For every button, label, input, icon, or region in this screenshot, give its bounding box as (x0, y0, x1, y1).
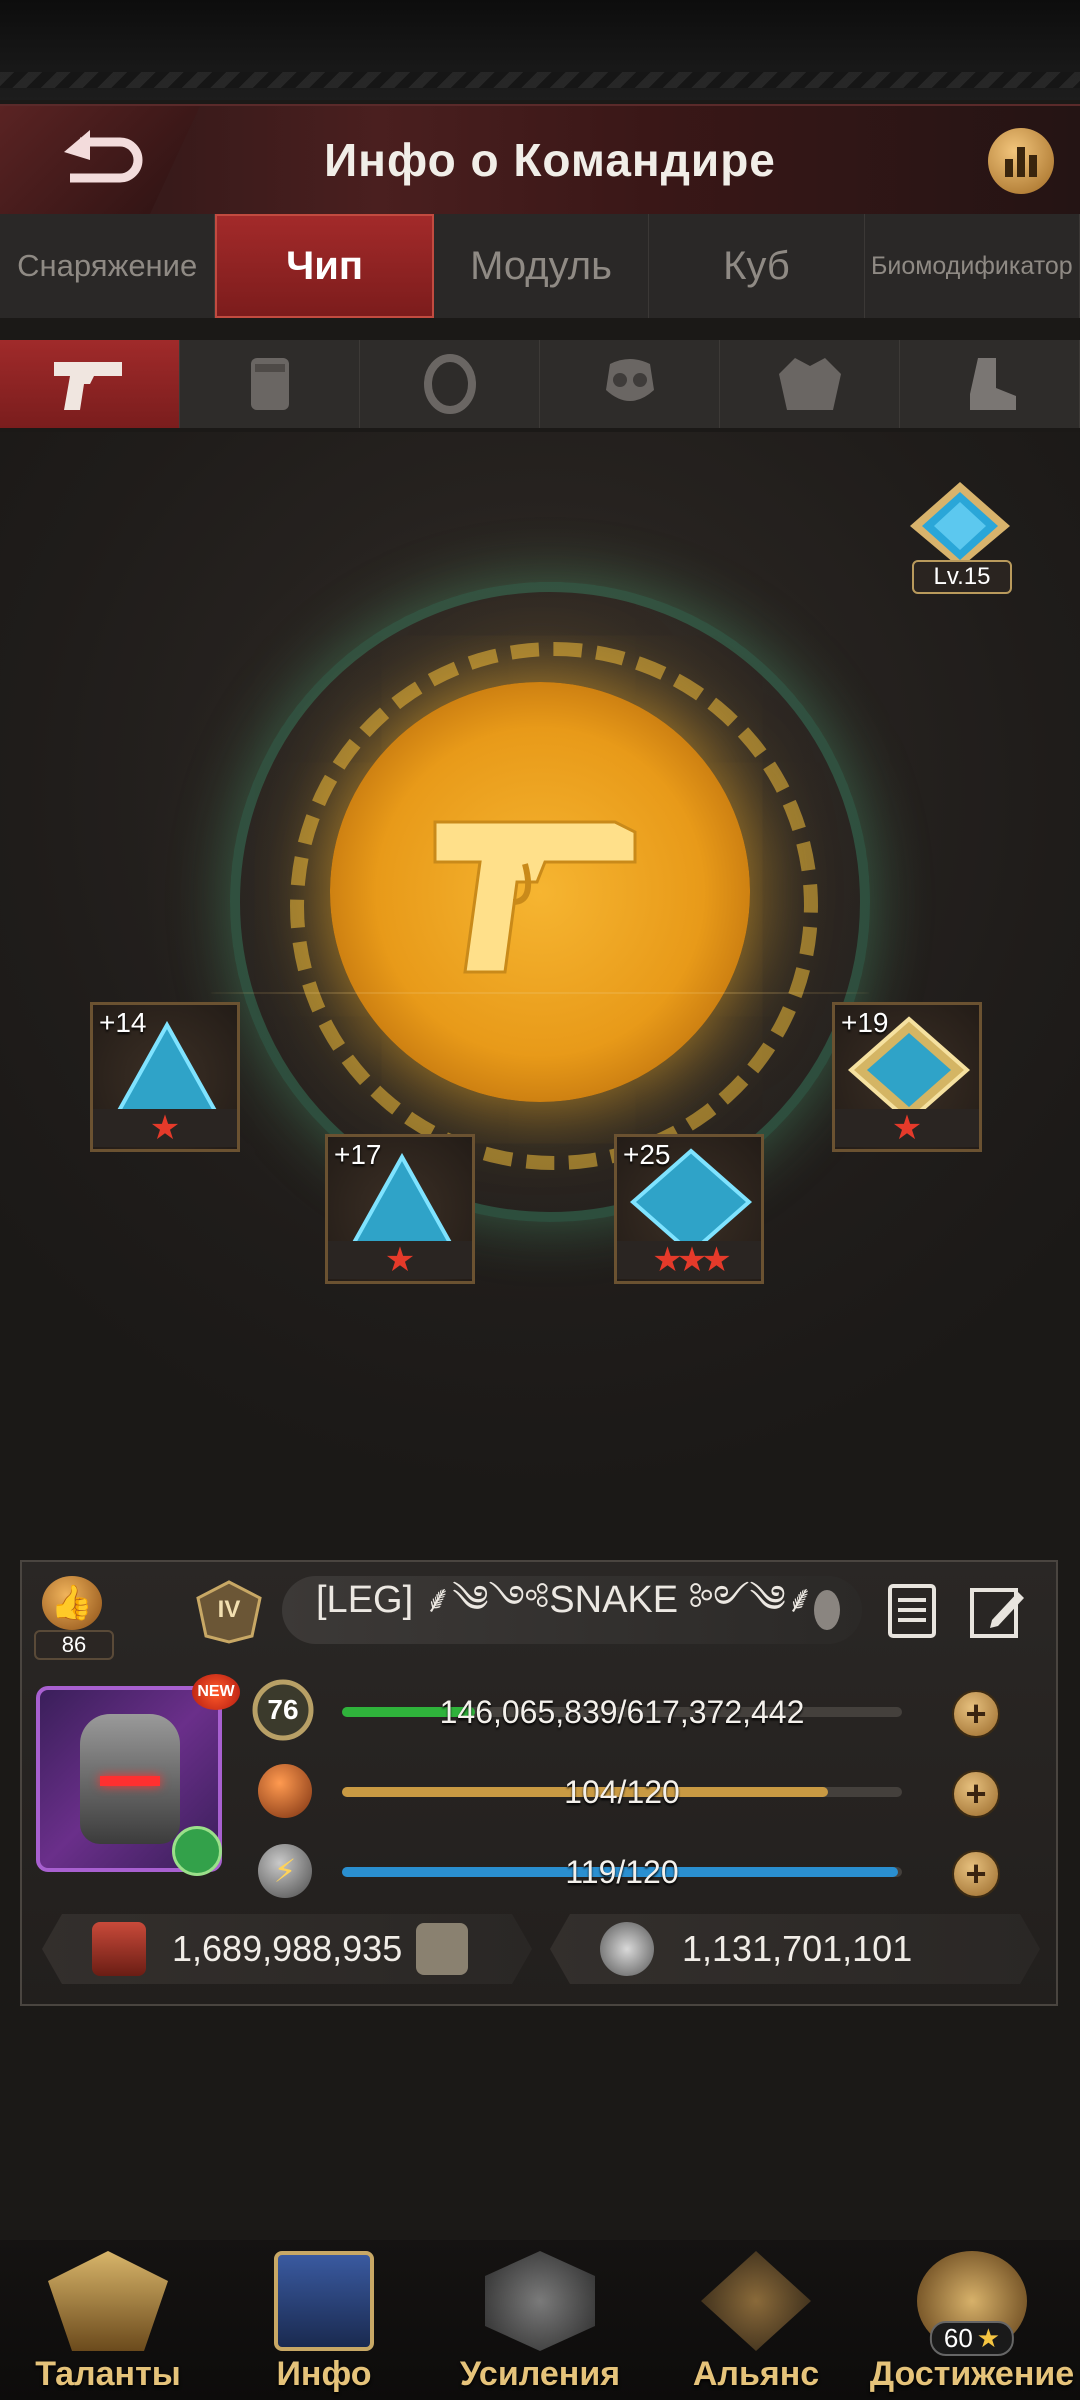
top-frame (0, 0, 1080, 100)
player-name: [LEG] ⸙༄༺SNAKE ༻༄⸙ (316, 1578, 815, 1621)
chip-bonus: +17 (334, 1139, 382, 1170)
nav-boosts-label: Усиления (459, 2355, 621, 2393)
page-title: Инфо о Командире (324, 134, 776, 186)
rank-text: IV (217, 1596, 241, 1623)
tab-module[interactable]: Модуль (434, 214, 650, 318)
nav-achievement[interactable]: 60 ★ Достижение (864, 2240, 1080, 2400)
commander-panel: 👍 86 IV [LEG] ⸙༄༺SNAKE ༻༄⸙ NEW 76 146,06… (20, 1560, 1058, 2006)
chip-slot-1[interactable]: +14 ★ (90, 1002, 240, 1152)
category-tabs: Снаряжение Чип Модуль Куб Биомодификатор (0, 214, 1080, 318)
back-button[interactable] (0, 106, 200, 214)
avatar-eyes (100, 1776, 160, 1786)
player-name-bar: [LEG] ⸙༄༺SNAKE ༻༄⸙ (282, 1576, 862, 1644)
rank-emblem[interactable]: IV (194, 1580, 264, 1644)
exp-text: 146,065,839/617,372,442 (439, 1693, 805, 1730)
new-badge: NEW (192, 1674, 240, 1710)
nav-talents[interactable]: Таланты (0, 2240, 216, 2400)
chip-slot-2[interactable]: +17 ★ (325, 1134, 475, 1284)
boot-icon (969, 358, 1016, 410)
statistics-button[interactable] (988, 128, 1054, 194)
achievement-badge: 60 ★ (929, 2321, 1015, 2356)
slot-mask[interactable] (540, 340, 720, 428)
chip-stars: ★ (835, 1109, 979, 1147)
stamina-icon (258, 1764, 312, 1818)
pistol-icon (433, 820, 637, 974)
slot-weapon[interactable] (0, 340, 180, 428)
level-text: 76 (267, 1694, 299, 1725)
back-arrow-icon (64, 130, 143, 183)
nav-alliance[interactable]: Альянс (648, 2240, 864, 2400)
copy-button[interactable] (884, 1582, 940, 1640)
chip-level-text: Lv.15 (912, 560, 1012, 594)
chip-bonus: +14 (99, 1007, 147, 1038)
chip-level-badge[interactable]: Lv.15 (902, 480, 1018, 594)
nav-boosts[interactable]: Усиления (432, 2240, 648, 2400)
floor-line (210, 992, 870, 994)
diamond-gem-icon (910, 482, 1010, 568)
chip-bonus: +25 (623, 1139, 671, 1170)
chip-bonus: +19 (841, 1007, 889, 1038)
likes-count: 86 (34, 1630, 114, 1660)
energy-text: 119/120 (565, 1853, 679, 1890)
power-value: 1,689,988,935 (172, 1928, 403, 1969)
hammer-icon (485, 2251, 595, 2351)
stamina-text: 104/120 (564, 1773, 680, 1810)
achievement-count: 60 (943, 2323, 973, 2353)
mute-icon[interactable] (814, 1590, 840, 1630)
power-history-icon[interactable] (416, 1923, 469, 1975)
chip-stars: ★★★ (617, 1241, 761, 1279)
chip-stars: ★ (93, 1109, 237, 1147)
kills-box: 1,131,701,101 (550, 1914, 1040, 1984)
level-badge: 76 (250, 1678, 316, 1742)
pistol-icon (53, 362, 122, 410)
vest-icon (250, 358, 289, 410)
slot-armor[interactable] (180, 340, 360, 428)
header-bar: Инфо о Командире (0, 104, 1080, 216)
edit-icon (970, 1588, 1024, 1638)
bottom-navigation: Таланты Инфо Усиления Альянс 60 ★ Достиже… (0, 2240, 1080, 2400)
star-icon: ★ (976, 2323, 1001, 2353)
nav-alliance-label: Альянс (692, 2355, 820, 2393)
slot-boots[interactable] (900, 340, 1080, 428)
nav-info-label: Инфо (276, 2355, 372, 2393)
slot-jacket[interactable] (720, 340, 900, 428)
energy-row: 119/120 + (342, 1844, 1002, 1900)
chip-slot-3[interactable]: +25 ★★★ (614, 1134, 764, 1284)
kills-value: 1,131,701,101 (682, 1928, 913, 1969)
stamina-row: 104/120 + (342, 1764, 1002, 1820)
talents-emblem-icon (48, 2251, 168, 2351)
tab-equipment[interactable]: Снаряжение (0, 214, 216, 318)
exp-row: 146,065,839/617,372,442 + (342, 1684, 1002, 1740)
slot-ring[interactable] (360, 340, 540, 428)
chip-slot-4[interactable]: +19 ★ (832, 1002, 982, 1152)
chip-stars: ★ (328, 1241, 472, 1279)
nav-achievement-label: Достижение (869, 2355, 1075, 2393)
tab-biomodifier[interactable]: Биомодификатор (865, 214, 1080, 318)
ring-icon (423, 354, 476, 414)
add-exp-button[interactable]: + (952, 1690, 1000, 1738)
edit-button[interactable] (968, 1582, 1028, 1640)
crossed-swords-icon (701, 2251, 811, 2351)
add-stamina-button[interactable]: + (952, 1770, 1000, 1818)
like-button[interactable]: 👍 86 (34, 1576, 114, 1660)
gas-mask-icon (605, 359, 654, 401)
nav-talents-label: Таланты (35, 2355, 181, 2393)
tab-cube[interactable]: Куб (649, 214, 865, 318)
main-chip-button[interactable] (330, 682, 750, 1102)
tab-chip[interactable]: Чип (215, 214, 434, 318)
refresh-icon[interactable] (172, 1826, 222, 1876)
skull-icon (600, 1922, 654, 1976)
bar-chart-icon (1005, 147, 1037, 177)
chip-arena: Lv.15 +14 ★ +17 ★ +25 ★★★ +19 ★ (0, 432, 1080, 1512)
document-icon (888, 1584, 936, 1638)
power-box: 1,689,988,935 (42, 1914, 532, 1984)
energy-icon: ⚡ (258, 1844, 312, 1898)
thumbs-up-icon: 👍 (42, 1576, 102, 1630)
info-portrait-icon (274, 2251, 374, 2351)
power-icon (92, 1922, 146, 1976)
add-energy-button[interactable]: + (952, 1850, 1000, 1898)
jacket-icon (778, 358, 841, 410)
nav-info[interactable]: Инфо (216, 2240, 432, 2400)
equipment-slot-bar (0, 340, 1080, 428)
